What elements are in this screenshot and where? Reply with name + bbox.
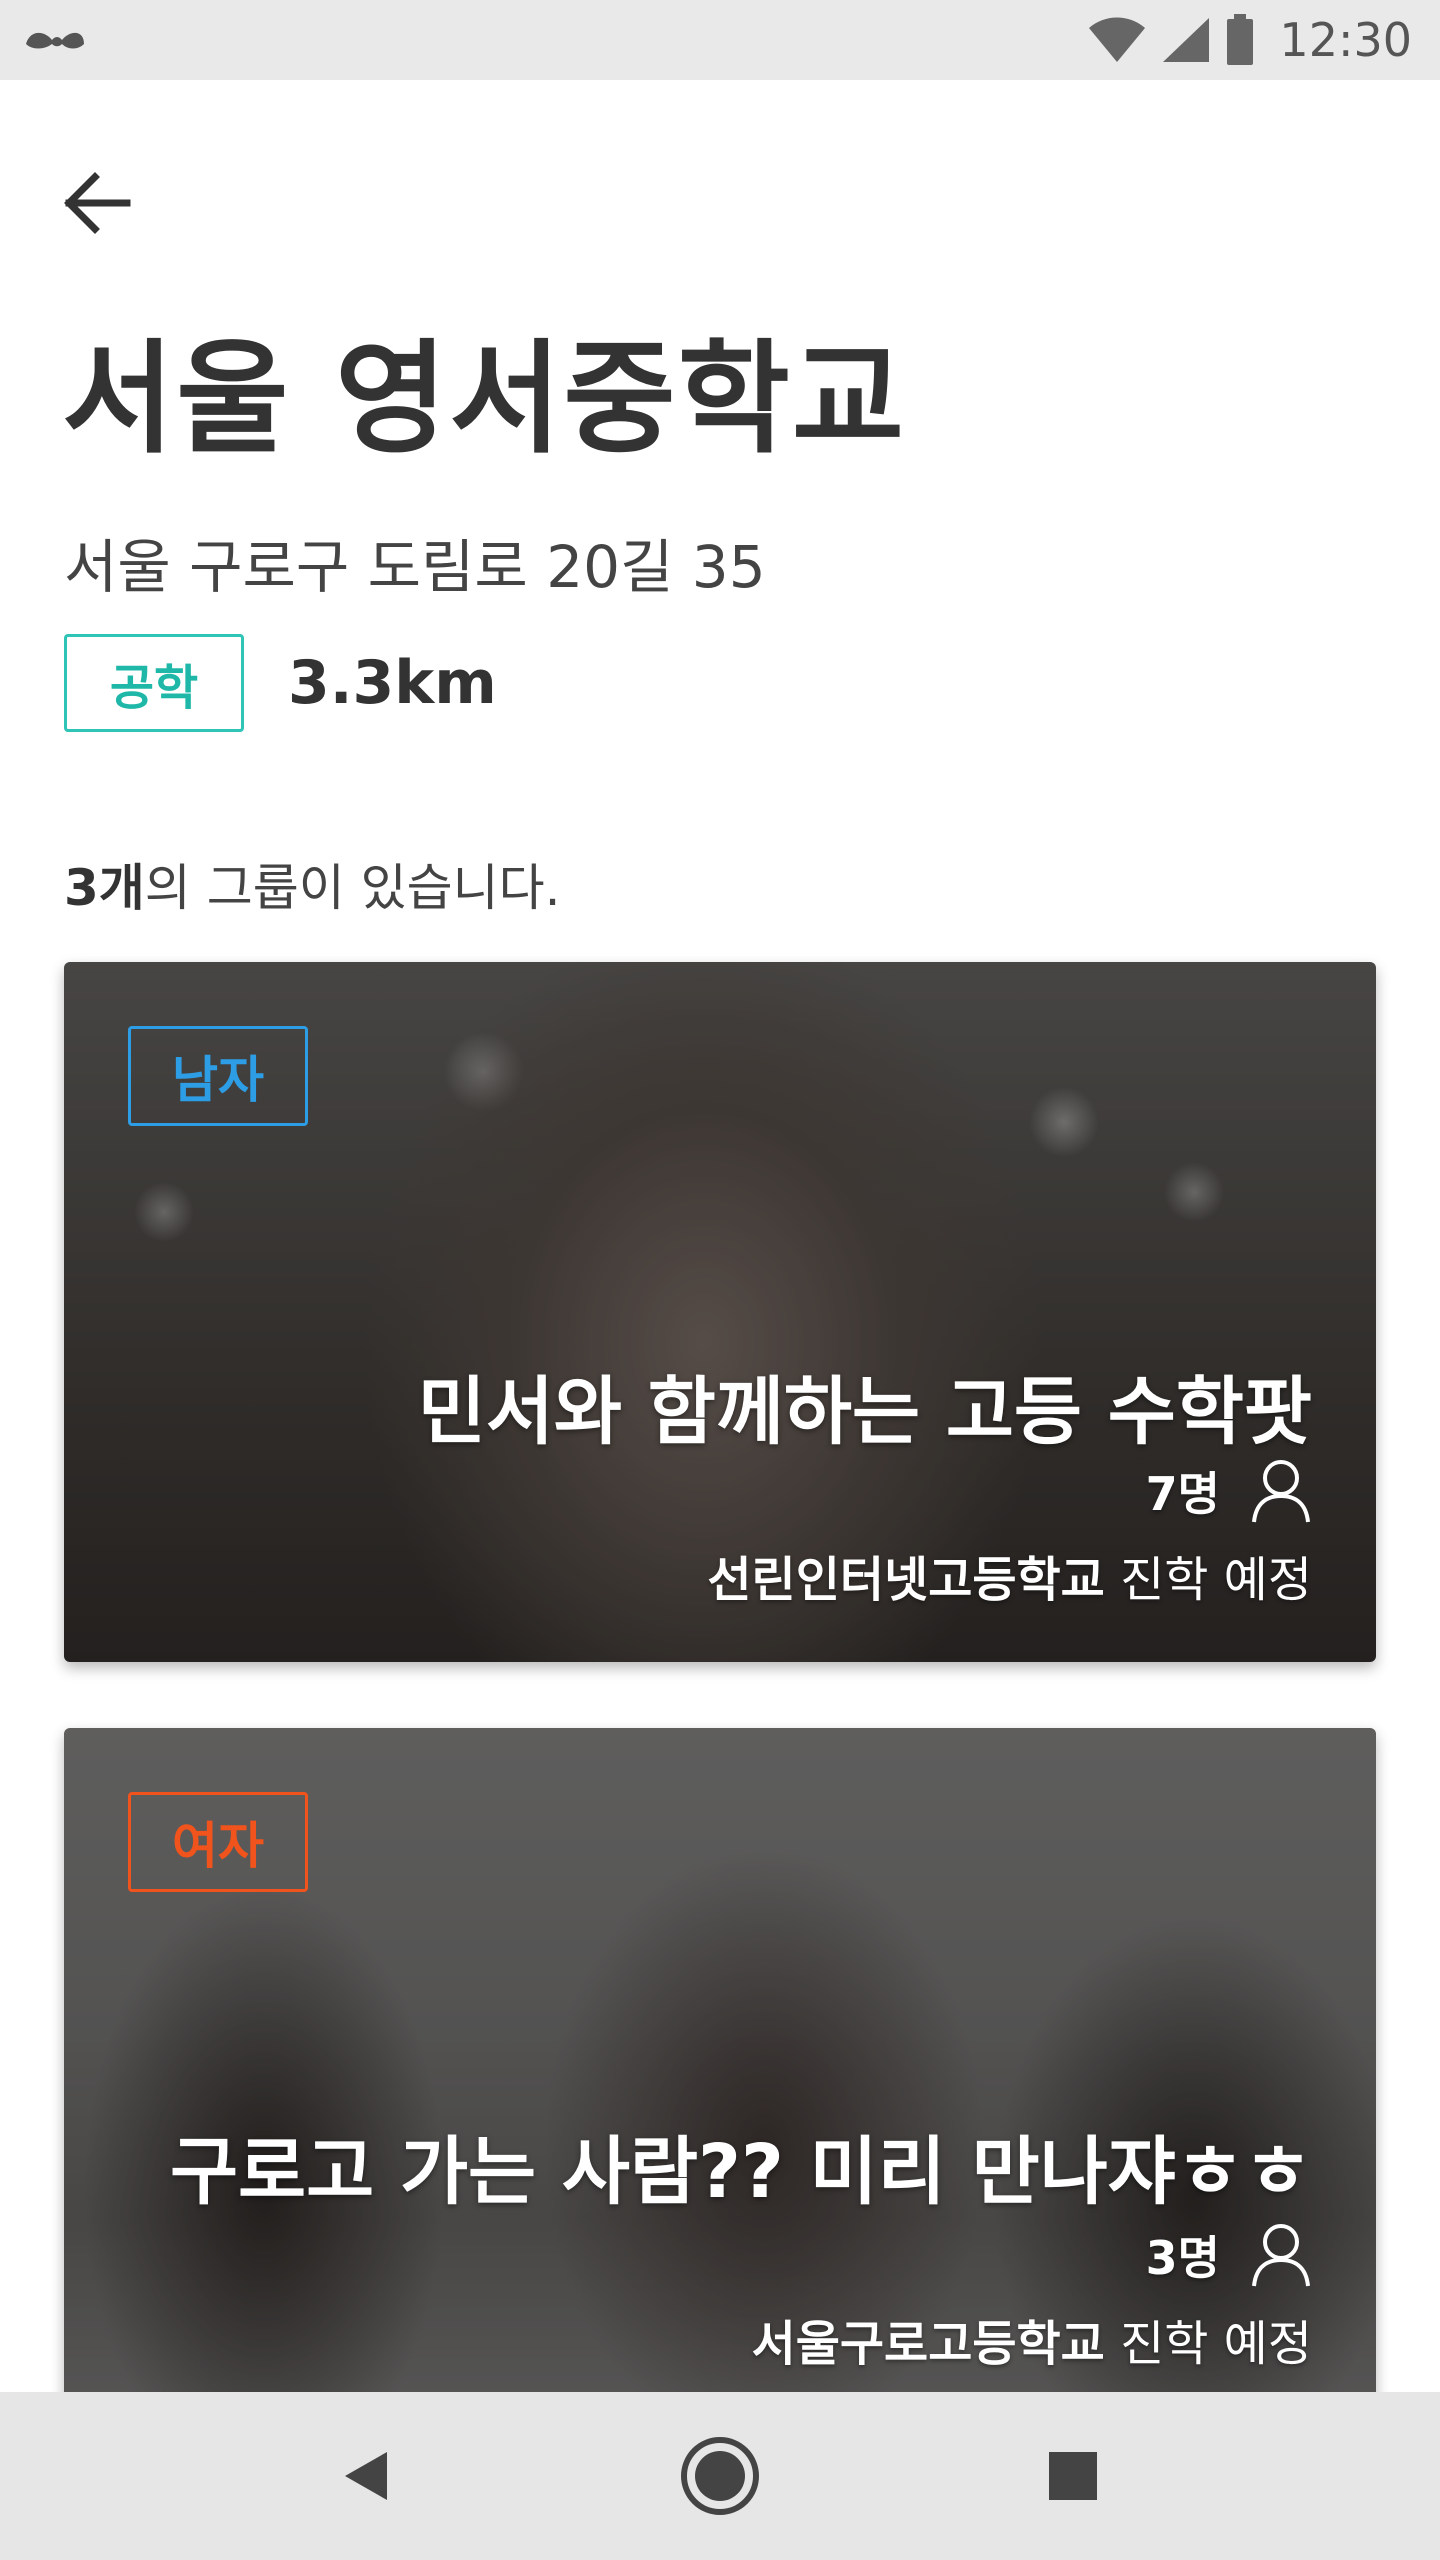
arrow-left-icon — [64, 172, 131, 234]
person-icon — [1252, 2224, 1310, 2287]
group-count-text: 3개의 그룹이 있습니다. — [64, 848, 560, 920]
status-icons: 12:30 — [1087, 13, 1412, 67]
destination-suffix: 진학 예정 — [1104, 2316, 1312, 2372]
wifi-icon — [1089, 17, 1146, 62]
member-info: 3명 — [1146, 2222, 1312, 2288]
nav-back-button[interactable] — [312, 2421, 422, 2531]
gender-badge: 남자 — [128, 1026, 308, 1126]
home-circle-icon — [680, 2437, 759, 2515]
destination-school: 서울구로고등학교 진학 예정 — [752, 2304, 1312, 2374]
screen: 12:30 서울 영서중학교 서울 구로구 도림로 20길 35 공학 3.3k… — [0, 0, 1440, 2560]
group-count: 3개 — [64, 859, 145, 917]
recents-square-icon — [1049, 2452, 1098, 2500]
person-icon — [1252, 1460, 1310, 1523]
destination-school: 선린인터넷고등학교 진학 예정 — [707, 1540, 1312, 1610]
battery-icon — [1227, 14, 1254, 65]
member-count: 3명 — [1145, 2231, 1220, 2285]
destination-suffix: 진학 예정 — [1104, 1552, 1312, 1608]
member-count: 7명 — [1145, 1467, 1220, 1521]
member-info: 7명 — [1146, 1458, 1312, 1524]
signal-icon — [1163, 18, 1210, 62]
mustache-icon — [26, 32, 84, 49]
back-triangle-icon — [344, 2452, 387, 2500]
page-title: 서울 영서중학교 — [62, 328, 907, 470]
distance-label: 3.3km — [288, 648, 497, 718]
school-address: 서울 구로구 도림로 20길 35 — [64, 533, 766, 601]
group-count-suffix: 의 그룹이 있습니다. — [144, 859, 561, 917]
back-button[interactable] — [52, 158, 142, 248]
group-card[interactable]: 여자 구로고 가는 사람?? 미리 만나쟈ㅎㅎ 3명 서울구로고등학교 진학 예… — [64, 1728, 1376, 2428]
nav-recents-button[interactable] — [1018, 2421, 1128, 2531]
school-type-badge: 공학 — [64, 634, 244, 732]
status-bar: 12:30 — [0, 0, 1440, 80]
group-title: 민서와 함께하는 고등 수학팟 — [417, 1369, 1312, 1455]
destination-school-name: 선린인터넷고등학교 — [707, 1552, 1105, 1608]
system-nav-bar — [0, 2392, 1440, 2560]
status-time: 12:30 — [1279, 13, 1412, 67]
nav-home-button[interactable] — [665, 2421, 775, 2531]
group-card[interactable]: 남자 민서와 함께하는 고등 수학팟 7명 선린인터넷고등학교 진학 예정 — [64, 962, 1376, 1662]
gender-badge: 여자 — [128, 1792, 308, 1892]
destination-school-name: 서울구로고등학교 — [751, 2316, 1105, 2372]
group-title: 구로고 가는 사람?? 미리 만나쟈ㅎㅎ — [169, 2129, 1312, 2215]
